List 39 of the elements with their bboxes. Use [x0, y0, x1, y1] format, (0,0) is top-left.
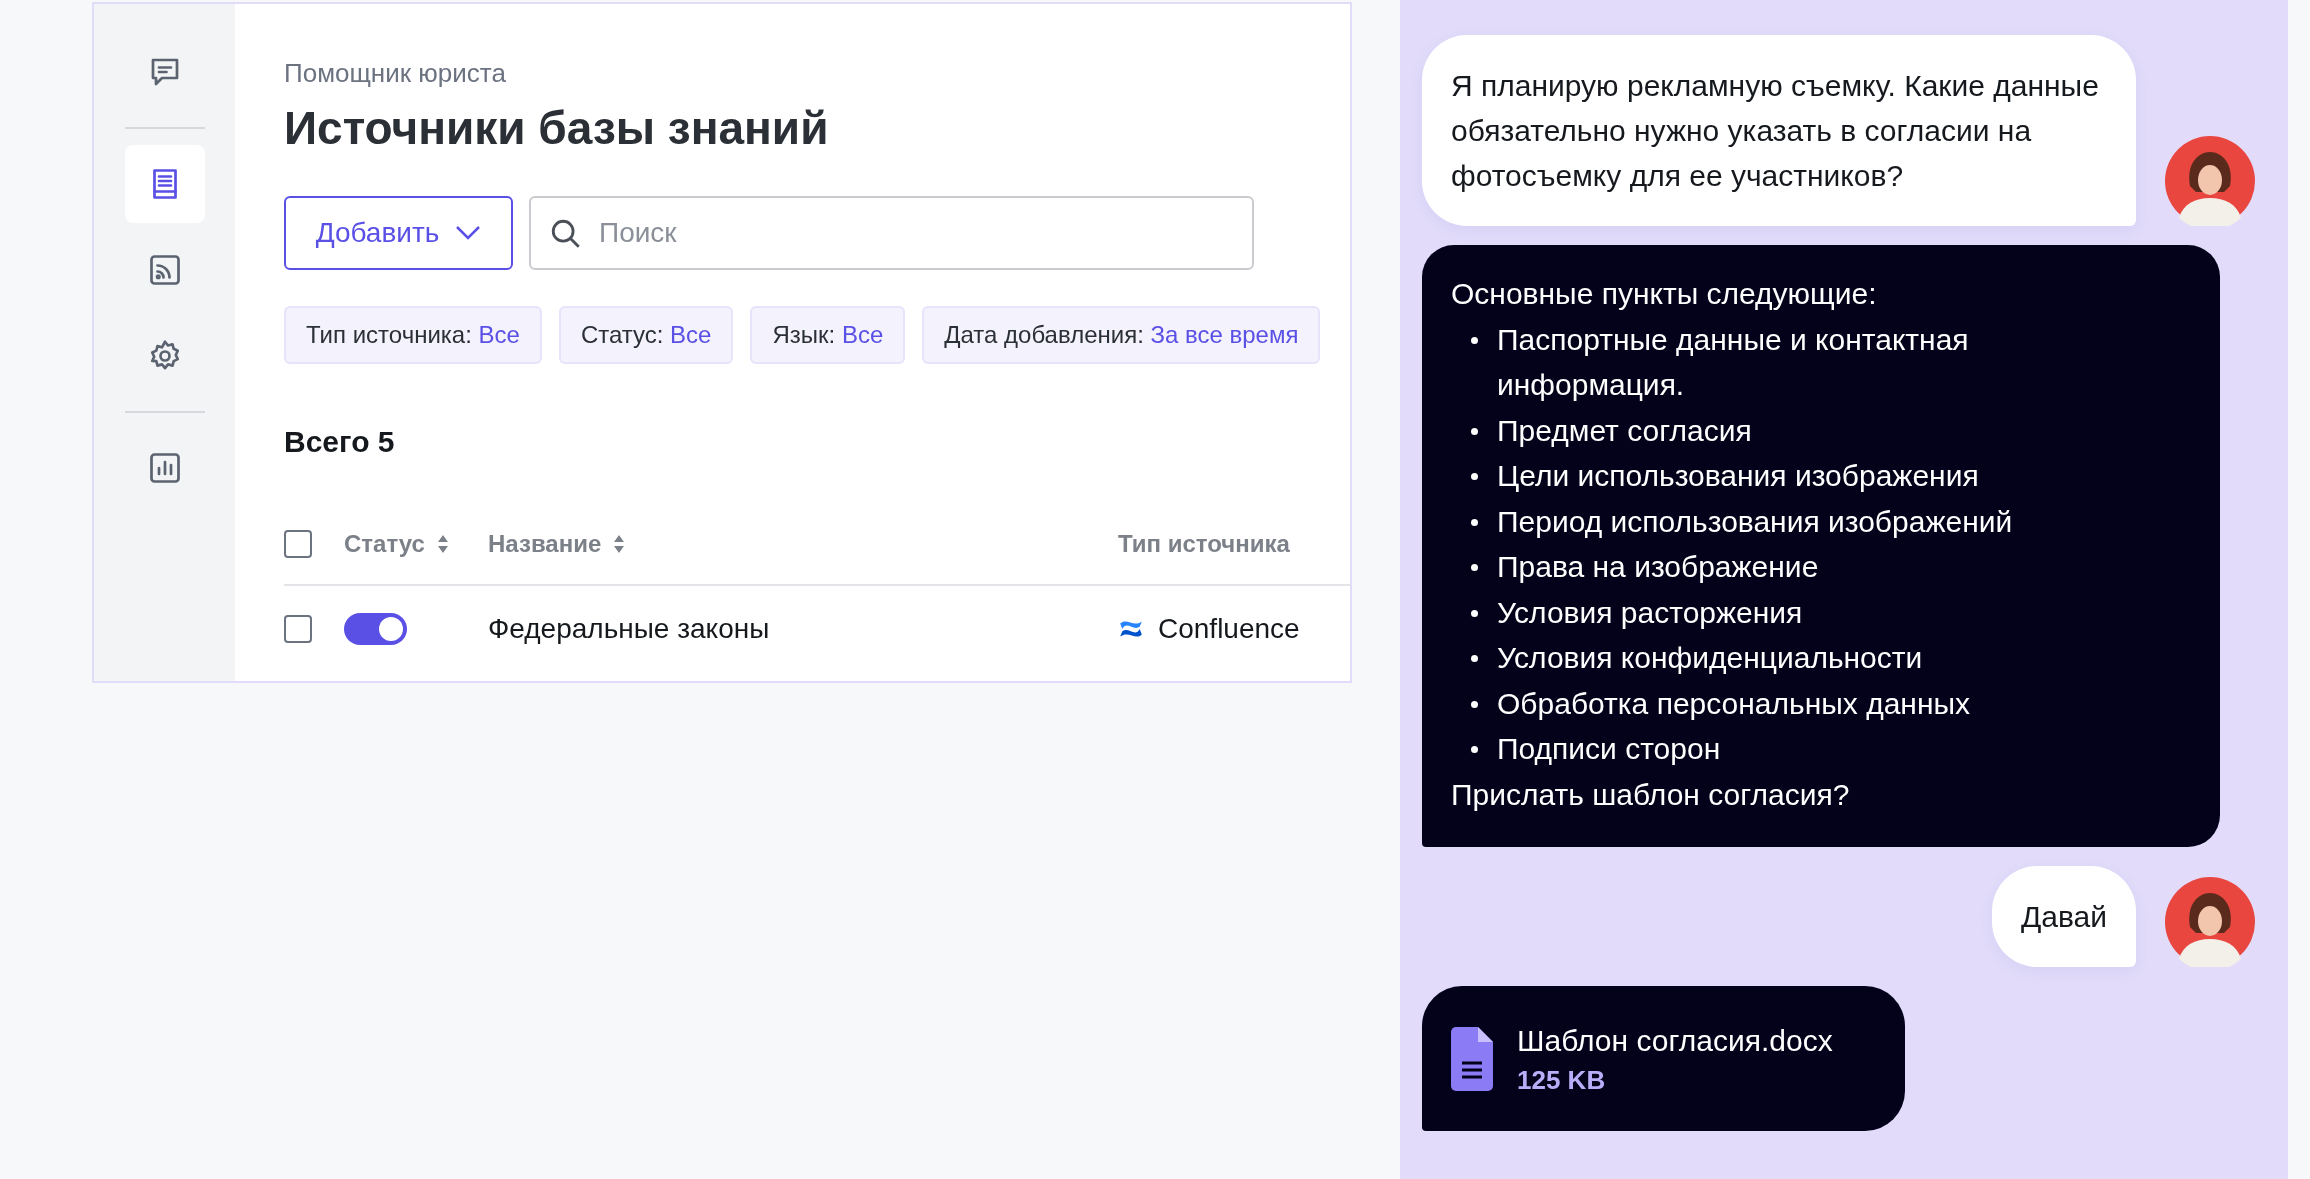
- file-name: Шаблон согласия.docx: [1517, 1022, 1833, 1059]
- column-header[interactable]: Статус: [344, 526, 425, 562]
- filter-chip[interactable]: Тип источника: Все: [284, 306, 542, 364]
- add-button[interactable]: Добавить: [284, 196, 513, 270]
- filter-chip[interactable]: Дата добавления: За все время: [922, 306, 1321, 364]
- column-header: Тип источника: [1118, 529, 1290, 559]
- table-cell-text: Федеральные законы: [488, 612, 771, 646]
- file-size: 125 KB: [1517, 1063, 1607, 1097]
- user-message: Я планирую рекламную съемку. Какие данные обязательно нужно указать в согласии на фотосъемку для ее участников?: [1422, 35, 2136, 226]
- page-title: Источники базы знаний: [284, 101, 830, 156]
- message-text: Основные пункты следующие:: [1451, 276, 1878, 312]
- list-item: Цели использования изображения: [1497, 458, 1979, 494]
- search-icon: [549, 217, 583, 251]
- checkbox[interactable]: [284, 530, 312, 558]
- sidebar-item[interactable]: [124, 145, 205, 223]
- list-item: Условия конфиденциальности: [1497, 640, 1923, 676]
- page-subtitle: Помощник юриста: [284, 57, 507, 90]
- table-cell-text: Confluence: [1158, 612, 1300, 646]
- list-item: Паспортные данные и контактная информация.: [1497, 321, 1970, 403]
- filter-chip[interactable]: Статус: Все: [558, 306, 734, 364]
- document-icon: [1451, 1026, 1493, 1091]
- filter-chip[interactable]: Язык: Все: [750, 306, 906, 364]
- search-field[interactable]: Поиск: [529, 196, 1254, 270]
- user-message: Давай: [1991, 866, 2136, 967]
- file-message[interactable]: Шаблон согласия.docx 125 KB: [1422, 986, 1905, 1131]
- toggle-switch[interactable]: [344, 613, 407, 645]
- list-item: Условия расторжения: [1497, 594, 1803, 631]
- list-item: Предмет согласия: [1497, 412, 1752, 449]
- list-item: Подписи сторон: [1497, 731, 1721, 767]
- list-item: Обработка персональных данных: [1497, 685, 1970, 722]
- sort-icon: [436, 534, 449, 554]
- sort-icon: [613, 534, 626, 554]
- caret-icon: [455, 225, 482, 241]
- list-item: Права на изображение: [1497, 549, 1819, 585]
- message-text: Прислать шаблон согласия?: [1451, 776, 1851, 813]
- checkbox[interactable]: [284, 615, 312, 643]
- total-count: Всего 5: [284, 424, 396, 460]
- list-item: Период использования изображений: [1497, 503, 2013, 540]
- column-header[interactable]: Название: [488, 526, 602, 562]
